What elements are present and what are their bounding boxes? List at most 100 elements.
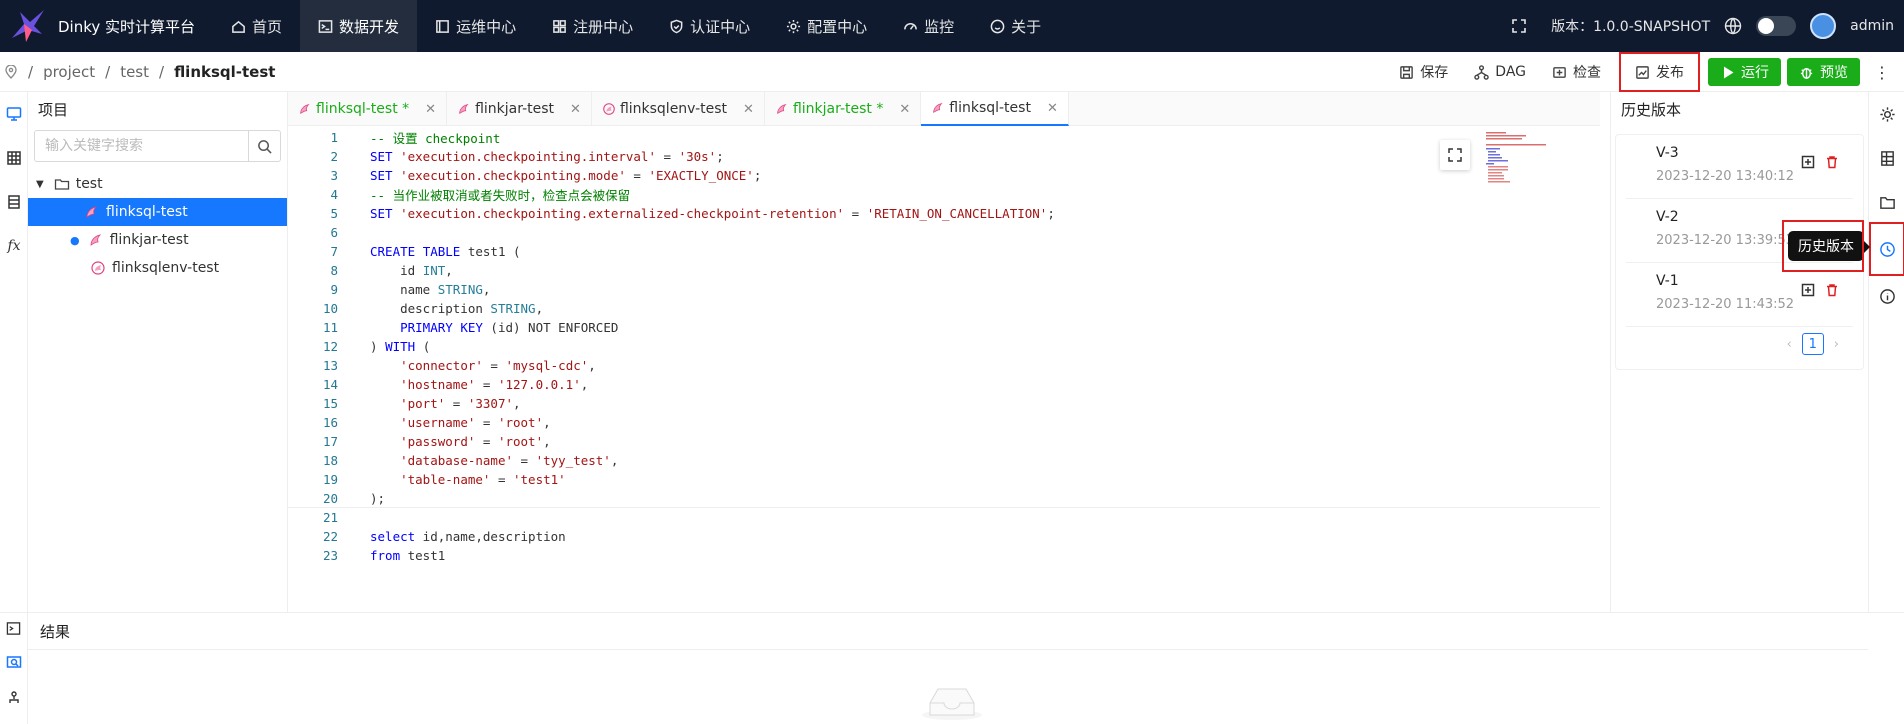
history-panel: 历史版本 V-3 2023-12-20 13:40:12 V-2 2023-12-20… — [1610, 92, 1868, 612]
close-icon[interactable]: ✕ — [899, 102, 910, 117]
dinky-logo-icon[interactable] — [6, 4, 50, 48]
code-line[interactable]: 23 from test1 — [288, 546, 1600, 565]
code-line[interactable]: 7 CREATE TABLE test1 ( — [288, 242, 1600, 261]
code-line[interactable]: 14 'hostname' = '127.0.0.1', — [288, 375, 1600, 394]
code-line[interactable]: 5 SET 'execution.checkpointing.externaliz… — [288, 204, 1600, 223]
check-button[interactable]: 检查 — [1542, 58, 1611, 86]
table-icon[interactable] — [0, 136, 28, 180]
tree-folder-test[interactable]: ▼ test — [28, 170, 287, 198]
caret-down-icon[interactable]: ▼ — [36, 179, 44, 190]
history-clock-icon[interactable] — [1869, 222, 1904, 276]
run-button[interactable]: 运行 — [1708, 58, 1781, 86]
function-fx-icon[interactable]: fx — [0, 224, 28, 268]
code-line[interactable]: 2 SET 'execution.checkpointing.interval' … — [288, 147, 1600, 166]
tree-item-flinksql-test[interactable]: flinksql-test — [28, 198, 287, 226]
nav-item-3[interactable]: 注册中心 — [534, 0, 651, 52]
code-line[interactable]: 15 'port' = '3307', — [288, 394, 1600, 413]
project-monitor-icon[interactable] — [0, 92, 28, 136]
history-version-item[interactable]: V-1 2023-12-20 11:43:52 — [1626, 263, 1853, 327]
prev-page-icon[interactable]: ‹ — [1787, 337, 1792, 352]
dag-button[interactable]: DAG — [1464, 58, 1536, 86]
editor-minimap[interactable] — [1484, 130, 1576, 190]
editor-toolbar: 保存 DAG 检查 发布 运行 预览 ⋮ — [1389, 52, 1904, 92]
breadcrumb-item-project[interactable]: project — [43, 63, 95, 81]
save-button[interactable]: 保存 — [1389, 58, 1458, 86]
user-name[interactable]: admin — [1850, 18, 1894, 34]
more-icon[interactable]: ⋮ — [1874, 63, 1890, 82]
empty-inbox-icon — [922, 688, 982, 720]
code-editor[interactable]: 1 -- 设置 checkpoint 2 SET 'execution.checkpo… — [288, 128, 1600, 612]
flink-squirrel-icon — [90, 234, 101, 246]
code-line[interactable]: 11 PRIMARY KEY (id) NOT ENFORCED — [288, 318, 1600, 337]
code-line[interactable]: 21 — [288, 508, 1600, 527]
code-line[interactable]: 22 select id,name,description — [288, 527, 1600, 546]
fullscreen-icon[interactable] — [1511, 18, 1527, 34]
breadcrumb-item-test[interactable]: test — [120, 63, 149, 81]
tree-item-flinkjar-test[interactable]: ● flinkjar-test — [28, 226, 287, 254]
delete-icon[interactable] — [1825, 283, 1839, 297]
savepoint-table-icon[interactable] — [1869, 136, 1904, 180]
fullscreen-icon — [1448, 148, 1462, 162]
code-line[interactable]: 20); — [288, 489, 1600, 508]
code-line[interactable]: 16 'username' = 'root', — [288, 413, 1600, 432]
editor-tab-1[interactable]: flinkjar-test ✕ — [447, 92, 592, 126]
code-line[interactable]: 1 -- 设置 checkpoint — [288, 128, 1600, 147]
flink-squirrel-icon — [86, 206, 98, 218]
flink-squirrel-icon — [777, 104, 787, 115]
info-icon[interactable] — [1869, 274, 1904, 318]
code-line[interactable]: 18 'database-name' = 'tyy_test', — [288, 451, 1600, 470]
code-text: CREATE TABLE test1 ( — [370, 244, 521, 259]
code-line[interactable]: 13 'connector' = 'mysql-cdc', — [288, 356, 1600, 375]
code-line[interactable]: 12) WITH ( — [288, 337, 1600, 356]
compare-version-icon[interactable] — [1801, 283, 1815, 297]
project-search[interactable]: 输入关键字搜索 — [34, 130, 281, 162]
editor-tab-2[interactable]: flinksqlenv-test ✕ — [592, 92, 765, 126]
language-globe-icon[interactable] — [1724, 17, 1742, 35]
tree-item-flinksqlenv-test[interactable]: flinksqlenv-test — [28, 254, 287, 282]
code-line[interactable]: 9 name STRING, — [288, 280, 1600, 299]
console-icon[interactable] — [0, 613, 27, 643]
editor-tab-3[interactable]: flinkjar-test * ✕ — [765, 92, 922, 126]
theme-toggle[interactable] — [1756, 16, 1797, 36]
nav-item-6[interactable]: 监控 — [885, 0, 972, 52]
next-page-icon[interactable]: › — [1834, 337, 1839, 352]
lineage-icon[interactable] — [0, 683, 27, 713]
editor-fullscreen-button[interactable] — [1440, 140, 1470, 170]
nav-item-7[interactable]: 关于 — [972, 0, 1059, 52]
history-version-item[interactable]: V-3 2023-12-20 13:40:12 — [1626, 135, 1853, 199]
code-line[interactable]: 3 SET 'execution.checkpointing.mode' = 'E… — [288, 166, 1600, 185]
compare-version-icon[interactable] — [1801, 155, 1815, 169]
folder-icon[interactable] — [1869, 180, 1904, 224]
search-button[interactable] — [248, 131, 280, 161]
code-line[interactable]: 17 'password' = 'root', — [288, 432, 1600, 451]
nav-item-5[interactable]: 配置中心 — [768, 0, 885, 52]
nav-item-0[interactable]: 首页 — [213, 0, 300, 52]
code-text: PRIMARY KEY (id) NOT ENFORCED — [400, 320, 619, 335]
code-line[interactable]: 6 — [288, 223, 1600, 242]
close-icon[interactable]: ✕ — [1047, 101, 1058, 116]
code-line[interactable]: 19 'table-name' = 'test1' — [288, 470, 1600, 489]
job-config-gear-icon[interactable] — [1869, 92, 1904, 136]
nav-item-1[interactable]: 数据开发 — [300, 0, 418, 52]
result-search-icon[interactable] — [0, 643, 27, 683]
close-icon[interactable]: ✕ — [425, 102, 436, 117]
page-1-button[interactable]: 1 — [1801, 333, 1824, 355]
preview-label: 预览 — [1820, 65, 1848, 81]
nav-item-4[interactable]: 认证中心 — [651, 0, 768, 52]
nav-item-2[interactable]: 运维中心 — [417, 0, 534, 52]
database-icon[interactable] — [0, 180, 28, 224]
editor-tab-4[interactable]: flinksql-test ✕ — [921, 92, 1069, 126]
code-line[interactable]: 10 description STRING, — [288, 299, 1600, 318]
line-number: 15 — [322, 396, 338, 411]
search-input[interactable]: 输入关键字搜索 — [35, 131, 248, 161]
preview-button[interactable]: 预览 — [1787, 58, 1860, 86]
editor-tab-0[interactable]: flinksql-test * ✕ — [288, 92, 448, 126]
close-icon[interactable]: ✕ — [570, 102, 581, 117]
close-icon[interactable]: ✕ — [743, 102, 754, 117]
avatar[interactable] — [1810, 13, 1837, 39]
publish-button[interactable]: 发布 — [1619, 52, 1700, 92]
app-brand[interactable]: Dinky 实时计算平台 — [58, 16, 195, 37]
code-line[interactable]: 8 id INT, — [288, 261, 1600, 280]
code-line[interactable]: 4 -- 当作业被取消或者失败时，检查点会被保留 — [288, 185, 1600, 204]
delete-icon[interactable] — [1825, 155, 1839, 169]
